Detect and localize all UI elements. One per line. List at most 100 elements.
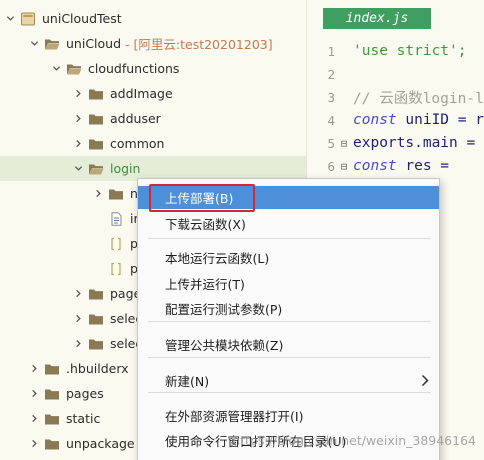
line-number: 6 (327, 158, 335, 174)
tree-item-cloudfunctions[interactable]: cloudfunctions (0, 56, 306, 81)
chevron-right-icon[interactable] (72, 331, 84, 356)
folder-icon (88, 112, 104, 126)
code-line: 1 'use strict'; (307, 40, 484, 62)
chevron-down-icon[interactable] (72, 156, 84, 181)
tree-item-label: cloudfunctions (88, 61, 180, 76)
line-number: 5 (327, 135, 335, 151)
chevron-right-icon[interactable] (72, 106, 84, 131)
code-line: 4 const uniID = r (307, 109, 484, 131)
chevron-right-icon[interactable] (28, 356, 40, 381)
chevron-right-icon[interactable] (72, 281, 84, 306)
folder-icon (88, 312, 104, 326)
watermark: https://blog.csdn.net/weixin_38946164 (232, 433, 476, 448)
tree-item-label: uniCloud (66, 36, 122, 51)
menu-item-label: 下载云函数(X) (165, 217, 246, 232)
line-number: 2 (327, 66, 335, 82)
folder-icon (88, 137, 104, 151)
menu-item-label: 新建(N) (165, 374, 210, 389)
tree-item-label: static (66, 411, 101, 426)
chevron-down-icon[interactable] (28, 31, 40, 56)
menu-item-upload-run[interactable]: 上传并运行(T) (138, 272, 439, 295)
tree-item-unicloudtest[interactable]: uniCloudTest (0, 6, 306, 31)
code-line: 3 // 云函数login-l (307, 86, 484, 108)
chevron-right-icon[interactable] (92, 181, 104, 206)
folder-icon (44, 437, 60, 451)
code-text[interactable]: const res = (353, 158, 449, 174)
code-token: res = (396, 158, 450, 174)
folder-icon (88, 87, 104, 101)
folder-open-icon (88, 162, 104, 176)
code-text[interactable]: // 云函数login-l (353, 87, 484, 108)
menu-item-run-local[interactable]: 本地运行云函数(L) (138, 246, 439, 269)
tree-item-label: login (110, 161, 141, 176)
code-token: const (353, 112, 397, 128)
menu-separator (148, 238, 431, 239)
tree-item-unicloud[interactable]: uniCloud - [阿里云:test20201203] (0, 31, 306, 56)
context-menu: 上传部署(B) 下载云函数(X) 本地运行云函数(L) 上传并运行(T) 配置运行测试参… (137, 178, 440, 460)
project-icon (20, 12, 36, 26)
menu-item-new[interactable]: 新建(N) (138, 369, 439, 392)
tree-item-label: addImage (110, 86, 173, 101)
menu-item-label: 本地运行云函数(L) (165, 251, 270, 266)
tree-item-label: uniCloudTest (42, 11, 122, 26)
cloud-provider-label: - [阿里云:test20201203] (125, 37, 273, 52)
tab-index-js[interactable]: index.js (323, 8, 431, 29)
tree-item-common[interactable]: common (0, 131, 306, 156)
code-text[interactable]: const uniID = r (353, 112, 484, 128)
line-number: 4 (327, 112, 335, 128)
chevron-right-icon (421, 374, 429, 387)
folder-open-icon (44, 37, 60, 51)
folder-icon (108, 187, 124, 201)
folder-icon (44, 387, 60, 401)
menu-item-config-test-params[interactable]: 配置运行测试参数(P) (138, 297, 439, 320)
tree-item-label: unpackage (66, 436, 135, 451)
code-text[interactable]: exports.main = (353, 135, 475, 151)
chevron-right-icon[interactable] (72, 81, 84, 106)
chevron-right-icon[interactable] (28, 381, 40, 406)
menu-item-download-function[interactable]: 下载云函数(X) (138, 212, 439, 235)
tree-item-adduser[interactable]: adduser (0, 106, 306, 131)
menu-separator (148, 321, 431, 322)
code-token: exports.main = (353, 135, 476, 151)
chevron-down-icon[interactable] (4, 6, 16, 31)
folder-icon (88, 337, 104, 351)
menu-item-manage-deps[interactable]: 管理公共模块依赖(Z) (138, 333, 439, 356)
menu-item-label: 上传并运行(T) (165, 277, 245, 292)
menu-item-label: 在外部资源管理器打开(I) (165, 409, 304, 424)
menu-item-upload-deploy[interactable]: 上传部署(B) (138, 186, 439, 209)
folder-icon (44, 412, 60, 426)
folder-icon (88, 287, 104, 301)
json-file-icon (108, 262, 124, 276)
code-line: 5 ⊟ exports.main = (307, 132, 484, 154)
menu-item-label: 上传部署(B) (165, 191, 234, 206)
chevron-right-icon[interactable] (72, 306, 84, 331)
code-token: // 云函数login-l (353, 90, 484, 107)
menu-separator (148, 357, 431, 358)
menu-separator (148, 392, 431, 393)
tree-item-label: pages (66, 386, 104, 401)
tree-item-label: .hbuilderx (66, 361, 129, 376)
code-line: 2 (307, 63, 484, 85)
file-icon (108, 211, 124, 226)
code-text[interactable]: 'use strict'; (353, 43, 467, 59)
json-file-icon (108, 237, 124, 251)
tree-item-addimage[interactable]: addImage (0, 81, 306, 106)
fold-toggle-icon[interactable]: ⊟ (335, 160, 353, 173)
fold-toggle-icon[interactable]: ⊟ (335, 137, 353, 150)
code-token: 'use strict'; (353, 43, 467, 59)
menu-item-open-explorer[interactable]: 在外部资源管理器打开(I) (138, 404, 439, 427)
code-token: uniID = r (396, 112, 484, 128)
chevron-right-icon[interactable] (72, 131, 84, 156)
code-token: const (353, 158, 397, 174)
line-number: 3 (327, 89, 335, 105)
chevron-right-icon[interactable] (28, 431, 40, 456)
folder-open-icon (66, 62, 82, 76)
folder-icon (44, 362, 60, 376)
line-number: 1 (327, 43, 335, 59)
chevron-right-icon[interactable] (28, 406, 40, 431)
menu-item-label: 配置运行测试参数(P) (165, 302, 283, 317)
tree-item-label: common (110, 136, 165, 151)
menu-item-label: 管理公共模块依赖(Z) (165, 338, 284, 353)
code-line: 6 ⊟ const res = (307, 155, 484, 177)
chevron-down-icon[interactable] (50, 56, 62, 81)
